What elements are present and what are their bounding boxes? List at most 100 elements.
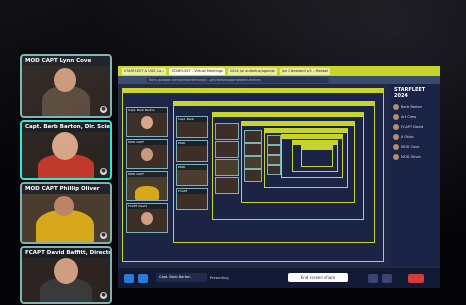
nested-meeting-view: Capt. Barb Barton MOD CAPT MOD CAPT FCAP…	[122, 88, 384, 262]
participant-tile-4[interactable]: FCAPT David Baffitt, Directo ●	[20, 246, 112, 304]
participant-face	[141, 116, 153, 129]
nested-participant-tile	[244, 143, 262, 156]
nested-participant-tile	[244, 130, 262, 143]
nested-participant-tile	[244, 169, 262, 182]
nested-participant-name: Capt. Barb Barton	[127, 108, 167, 113]
participant-face	[54, 196, 74, 216]
chat-title: STARFLEET 2024	[394, 87, 426, 99]
chat-panel: STARFLEET 2024 Barb Barton Art Crew FCAP…	[390, 84, 440, 266]
browser-tab[interactable]: 2024 Jul aufaktus/agenda	[227, 67, 277, 75]
participant-face	[141, 212, 153, 225]
presenter-chip: Capt. Barb Barton	[156, 273, 207, 282]
participant-face	[52, 132, 78, 160]
nested-participant-tile	[244, 156, 262, 169]
nested-participant-tile: FCAPT	[176, 188, 208, 210]
shared-screen: STARFLEET & USS Ca... STARFLEET - Virtua…	[118, 66, 440, 288]
avatar	[393, 134, 399, 140]
nested-meeting-view-2: Capt. Barb MOD MOD FCAPT	[173, 101, 375, 243]
avatar	[393, 104, 399, 110]
nested-participant-name: MOD	[177, 165, 207, 170]
nested-participant-tile: MOD CAPT	[126, 139, 168, 169]
chat-name: MOD Oliver	[401, 155, 421, 159]
nested-tab-bar	[123, 89, 383, 93]
nested-participant-tile: Capt. Barb Barton	[126, 107, 168, 137]
mic-icon: ●	[100, 168, 107, 175]
avatar	[393, 154, 399, 160]
chat-row[interactable]: Art Crew	[390, 112, 440, 122]
avatar	[393, 124, 399, 130]
mic-icon: ●	[100, 232, 107, 239]
nested-participant-name: MOD	[177, 141, 207, 146]
chat-name: Art Crew	[401, 115, 417, 119]
nested-participant-tile: MOD	[176, 140, 208, 162]
chat-name: FCAPT David	[401, 125, 424, 129]
participant-name: MOD CAPT Phillip Oliver	[22, 184, 110, 194]
chat-row[interactable]: MOD Cove	[390, 142, 440, 152]
mic-icon: ●	[100, 292, 107, 299]
nested-tab-bar	[302, 146, 332, 150]
participant-tile-2[interactable]: Capt. Barb Barton, Dir. Scien ●	[20, 120, 112, 180]
participant-body	[135, 186, 159, 200]
nested-participant-name: MOD CAPT	[127, 172, 167, 177]
nested-tab-bar	[213, 113, 363, 117]
chat-name: Barb Barton	[401, 105, 423, 109]
participant-name: Capt. Barb Barton, Dir. Scien	[22, 122, 110, 132]
nested-participant-tile	[267, 145, 281, 155]
participant-name: MOD CAPT Lynn Cove	[22, 56, 110, 66]
nested-participant-name: Capt. Barb	[177, 117, 207, 122]
browser-tab[interactable]: STARFLEET - Virtual Meetings	[169, 67, 225, 75]
participant-face	[141, 148, 153, 161]
more-options-button[interactable]	[382, 274, 392, 283]
address-bar: docs.google.com/presentation/d/...gilt/d…	[118, 76, 440, 84]
nested-participant-name: FCAPT David	[127, 204, 167, 209]
chat-name: MOD Cove	[401, 145, 420, 149]
nested-tab-bar	[174, 102, 374, 106]
nested-participant-tile	[267, 155, 281, 165]
participant-face	[54, 68, 76, 92]
mic-button[interactable]	[124, 274, 134, 283]
nested-participant-tile: MOD CAPT	[126, 171, 168, 201]
nested-participant-tile: Capt. Barb	[176, 116, 208, 138]
nested-participant-name: MOD CAPT	[127, 140, 167, 145]
avatar	[393, 114, 399, 120]
participant-tile-3[interactable]: MOD CAPT Phillip Oliver ●	[20, 182, 112, 244]
chat-row[interactable]: Jf Ottoc	[390, 132, 440, 142]
nested-meeting-view-8	[301, 145, 333, 167]
url-field[interactable]: docs.google.com/presentation/d/...gilt/d…	[146, 77, 329, 83]
chat-row[interactable]: MOD Oliver	[390, 152, 440, 162]
presenter-status: Presenting	[210, 276, 229, 280]
end-screen-share-button[interactable]: End screen share	[288, 273, 348, 282]
nested-participant-tile	[267, 135, 281, 145]
nested-tab-bar	[265, 129, 347, 133]
nested-participant-tile: FCAPT David	[126, 203, 168, 233]
chat-row[interactable]: FCAPT David	[390, 122, 440, 132]
nested-meeting-view-6	[281, 134, 343, 178]
mic-icon: ●	[100, 106, 107, 113]
browser-tab[interactable]: STARFLEET & USS Ca...	[122, 67, 167, 75]
nested-meeting-view-7	[292, 140, 338, 172]
nested-participant-tile: MOD	[176, 164, 208, 186]
camera-button[interactable]	[138, 274, 148, 283]
leave-call-button[interactable]	[408, 274, 424, 283]
nested-meeting-view-4	[241, 121, 355, 203]
nested-participant-tile	[215, 177, 239, 194]
avatar	[393, 144, 399, 150]
nested-meeting-view-5	[264, 128, 348, 188]
nested-participant-tile	[215, 141, 239, 158]
nested-participant-name: FCAPT	[177, 189, 207, 194]
meeting-control-bar: Capt. Barb Barton Presenting End screen …	[118, 268, 440, 288]
participant-name: FCAPT David Baffitt, Directo	[22, 248, 110, 258]
nested-tab-bar	[242, 122, 354, 126]
reactions-button[interactable]	[368, 274, 378, 283]
chat-row[interactable]: Barb Barton	[390, 102, 440, 112]
chat-name: Jf Ottoc	[401, 135, 414, 139]
nested-meeting-view-3	[212, 112, 364, 220]
browser-tab-bar: STARFLEET & USS Ca... STARFLEET - Virtua…	[118, 66, 440, 76]
nested-participant-tile	[267, 165, 281, 175]
nested-tab-bar	[282, 135, 342, 139]
nested-participant-tile	[215, 123, 239, 140]
participant-tile-1[interactable]: MOD CAPT Lynn Cove ●	[20, 54, 112, 118]
nested-participant-tile	[215, 159, 239, 176]
browser-tab[interactable]: Jun Cleveland s/1 - Meetall	[279, 67, 331, 75]
participant-face	[54, 258, 78, 284]
